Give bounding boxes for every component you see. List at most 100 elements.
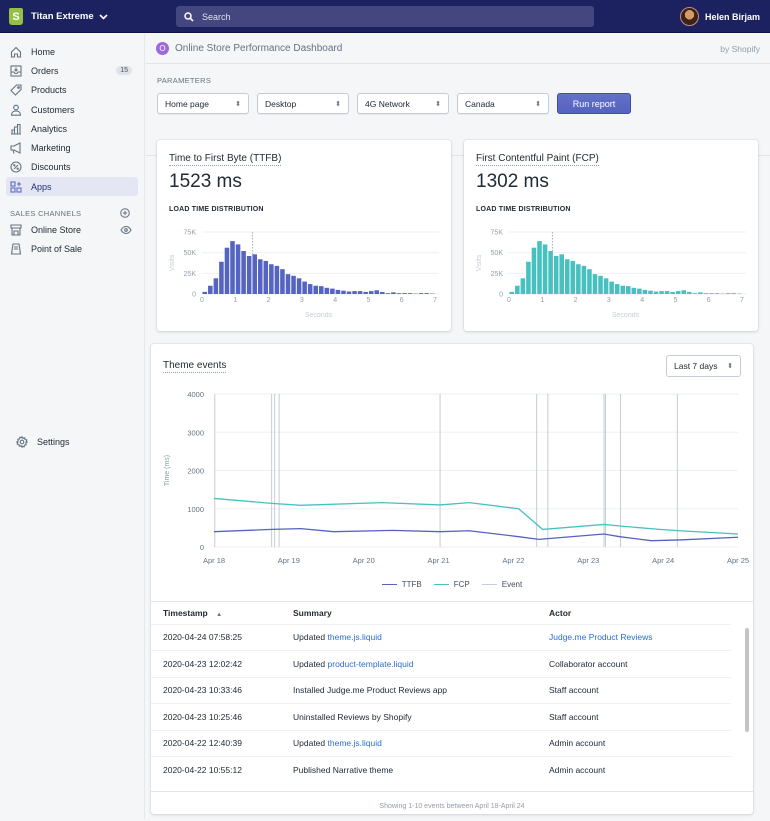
sort-ascending-icon[interactable]: ▲ <box>216 612 222 618</box>
sidebar-item-label: Home <box>31 47 55 57</box>
app-title: Online Store Performance Dashboard <box>175 43 342 54</box>
select-arrows-icon: ⬍ <box>335 100 341 108</box>
sidebar-item-point-of-sale[interactable]: Point of Sale <box>6 240 138 259</box>
table-row[interactable]: 2020-04-22 12:40:39Updated theme.js.liqu… <box>151 730 731 757</box>
x-axis-label: Seconds <box>612 312 640 319</box>
user-menu[interactable]: Helen Birjam <box>680 7 760 26</box>
eye-icon[interactable] <box>120 224 132 236</box>
sidebar-item-label: Customers <box>31 105 75 115</box>
ttfb-title[interactable]: Time to First Byte (TTFB) <box>169 153 281 166</box>
x-tick-label: 3 <box>300 297 304 304</box>
summary-action: Installed Judge.me Product Reviews app <box>293 685 447 695</box>
histogram-bar <box>510 292 515 294</box>
run-report-button[interactable]: Run report <box>557 93 631 114</box>
pos-icon <box>10 243 22 255</box>
actor-cell[interactable]: Judge.me Product Reviews <box>549 624 731 651</box>
sidebar-item-marketing[interactable]: Marketing <box>6 138 138 157</box>
avatar <box>680 7 699 26</box>
file-link[interactable]: theme.js.liquid <box>328 738 382 748</box>
legend-event-swatch <box>482 584 497 585</box>
histogram-bar <box>208 286 213 294</box>
sidebar-item-online-store[interactable]: Online Store <box>6 220 138 239</box>
file-link[interactable]: product-template.liquid <box>328 659 414 669</box>
table-row[interactable]: 2020-04-24 07:58:25Updated theme.js.liqu… <box>151 624 731 651</box>
y-axis-label: Visits <box>169 254 176 271</box>
fcp-histogram: 025K50K75K01234567VisitsSeconds <box>464 222 758 327</box>
histogram-bar <box>582 266 587 294</box>
sidebar-item-home[interactable]: Home <box>6 42 138 61</box>
shopify-logo-icon[interactable]: S <box>9 8 23 25</box>
summary-cell: Published Narrative theme <box>293 757 549 784</box>
table-row[interactable]: 2020-04-22 10:55:12Published Narrative t… <box>151 757 731 784</box>
histogram-bar <box>670 292 675 294</box>
select-arrows-icon: ⬍ <box>235 100 241 108</box>
network-select[interactable]: 4G Network⬍ <box>357 93 449 114</box>
histogram-bar <box>565 259 570 294</box>
histogram-bar <box>352 291 357 294</box>
device-select[interactable]: Desktop⬍ <box>257 93 349 114</box>
settings-list: Settings <box>6 424 139 451</box>
summary-header: Summary <box>293 602 549 624</box>
apps-icon <box>10 181 22 193</box>
y-tick-label: 50K <box>491 250 504 257</box>
histogram-bar <box>424 293 429 294</box>
sidebar-item-discounts[interactable]: Discounts <box>6 158 138 177</box>
theme-events-title[interactable]: Theme events <box>163 360 226 373</box>
summary-action: Uninstalled Reviews by Shopify <box>293 712 412 722</box>
sidebar-item-label: Products <box>31 85 67 95</box>
date-range-select[interactable]: Last 7 days⬍ <box>666 355 741 377</box>
histogram-bar <box>665 291 670 294</box>
histogram-bar <box>258 259 263 294</box>
summary-cell: Updated product-template.liquid <box>293 651 549 678</box>
sidebar-item-analytics[interactable]: Analytics <box>6 119 138 138</box>
histogram-bar <box>676 291 681 294</box>
legend-ttfb-swatch <box>382 584 397 585</box>
actor-cell: Staff account <box>549 677 731 704</box>
fcp-distribution-label: LOAD TIME DISTRIBUTION <box>476 206 571 213</box>
histogram-bar <box>247 256 252 294</box>
histogram-bar <box>559 254 564 294</box>
ttfb-distribution-label: LOAD TIME DISTRIBUTION <box>169 206 264 213</box>
events-table: Timestamp ▲ Summary Actor 2020-04-24 07:… <box>151 602 731 783</box>
x-tick-label: Apr 24 <box>652 556 674 565</box>
table-row[interactable]: 2020-04-23 10:25:46Uninstalled Reviews b… <box>151 704 731 731</box>
timestamp-header[interactable]: Timestamp ▲ <box>151 602 293 624</box>
histogram-bar <box>709 293 714 294</box>
sidebar-item-orders[interactable]: Orders 15 <box>6 61 138 80</box>
legend-event-label: Event <box>502 580 522 589</box>
histogram-bar <box>654 292 659 294</box>
histogram-bar <box>587 269 592 294</box>
fcp-title[interactable]: First Contentful Paint (FCP) <box>476 153 599 166</box>
sidebar-item-products[interactable]: Products <box>6 81 138 100</box>
sidebar-item-customers[interactable]: Customers <box>6 100 138 119</box>
histogram-bar <box>380 292 385 294</box>
x-tick-label: Apr 21 <box>428 556 450 565</box>
summary-action: Updated <box>293 738 325 748</box>
x-tick-label: 0 <box>200 297 204 304</box>
table-scrollbar[interactable] <box>745 628 749 732</box>
histogram-bar <box>313 286 318 294</box>
sales-channels-title: SALES CHANNELS <box>10 209 81 218</box>
page-select[interactable]: Home page⬍ <box>157 93 249 114</box>
actor-header: Actor <box>549 602 731 624</box>
table-row[interactable]: 2020-04-23 10:33:46Installed Judge.me Pr… <box>151 677 731 704</box>
sidebar-item-settings[interactable]: Settings <box>12 432 133 451</box>
select-arrows-icon: ⬍ <box>727 362 733 370</box>
y-tick-label: 2000 <box>187 467 204 476</box>
search-input[interactable]: Search <box>176 6 594 27</box>
store-switcher[interactable]: Titan Extreme <box>31 11 108 22</box>
histogram-bar <box>408 293 413 294</box>
histogram-bar <box>358 291 363 294</box>
x-tick-label: Apr 23 <box>577 556 599 565</box>
summary-action: Updated <box>293 632 325 642</box>
add-channel-icon[interactable] <box>120 208 130 218</box>
theme-events-line-chart: 01000200030004000Apr 18Apr 19Apr 20Apr 2… <box>151 384 753 574</box>
file-link[interactable]: theme.js.liquid <box>328 632 382 642</box>
histogram-bar <box>203 292 208 294</box>
sidebar-item-apps[interactable]: Apps <box>6 177 138 196</box>
summary-cell: Updated theme.js.liquid <box>293 730 549 757</box>
table-row[interactable]: 2020-04-23 12:02:42Updated product-templ… <box>151 651 731 678</box>
legend-fcp-swatch <box>434 584 449 585</box>
country-select[interactable]: Canada⬍ <box>457 93 549 114</box>
sidebar-item-label: Point of Sale <box>31 244 82 254</box>
